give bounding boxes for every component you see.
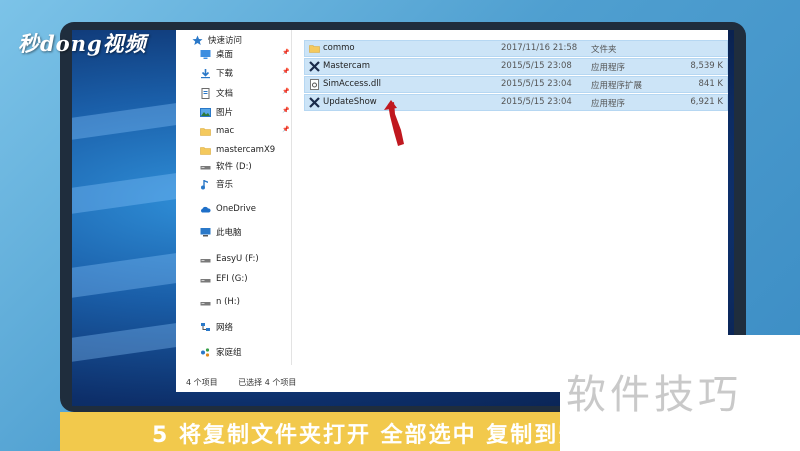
file-size: 6,921 K (690, 97, 723, 107)
watermark-text: 软件技巧 (566, 372, 742, 418)
sidebar-item-label: 软件 (D:) (216, 162, 252, 172)
sidebar-item-label: 文档 (216, 89, 234, 99)
sidebar-item-label: EFI (G:) (216, 274, 248, 284)
file-date: 2015/5/15 23:04 (501, 79, 572, 89)
pin-icon[interactable]: 📌 (282, 107, 289, 114)
pin-icon[interactable]: 📌 (282, 49, 289, 56)
drive-icon (200, 297, 211, 308)
brand-logo: 秒dong视频 (18, 31, 147, 56)
sidebar-item[interactable]: 家庭组 (200, 344, 242, 360)
sidebar-item[interactable]: 软件 (D:) (200, 158, 252, 174)
sidebar-item-label: 桌面 (216, 50, 234, 60)
sidebar-item[interactable]: mac (200, 123, 234, 139)
sidebar-item-label: n (H:) (216, 297, 240, 307)
sidebar-item[interactable]: 下载 (200, 65, 233, 81)
file-name: commo (323, 43, 355, 53)
status-bar: 4 个项目 已选择 4 个项目 (186, 377, 314, 388)
file-name: Mastercam (323, 61, 371, 71)
document-icon (200, 87, 211, 99)
selected-count: 已选择 4 个项目 (238, 378, 297, 387)
folder-icon (309, 43, 320, 57)
mastercam-icon (309, 61, 320, 75)
file-row[interactable]: UpdateShow 2015/5/15 23:04 应用程序 6,921 K (304, 94, 728, 111)
sidebar-item-label: 下载 (216, 69, 234, 79)
download-icon (200, 68, 211, 79)
folder-icon (200, 145, 211, 156)
music-icon (200, 179, 211, 190)
computer-icon (200, 227, 211, 238)
drive-icon (200, 254, 211, 265)
file-row[interactable]: Mastercam 2015/5/15 23:08 应用程序 8,539 K (304, 58, 728, 75)
pin-icon[interactable]: 📌 (282, 68, 289, 75)
sidebar-item[interactable]: 文档 (200, 85, 233, 101)
sidebar-item[interactable]: OneDrive (200, 201, 256, 217)
file-type: 应用程序扩展 (591, 81, 643, 91)
onedrive-icon (200, 204, 211, 215)
file-name: UpdateShow (323, 97, 377, 107)
file-row[interactable]: commo 2017/11/16 21:58 文件夹 (304, 40, 728, 57)
sidebar-item-label: EasyU (F:) (216, 254, 259, 264)
picture-icon (200, 107, 211, 118)
sidebar-item-label: mastercamX9 (216, 145, 276, 155)
sidebar-item[interactable]: EasyU (F:) (200, 251, 259, 267)
subtitle-text: 5 将复制文件夹打开 全部选中 复制到安 (152, 423, 583, 448)
sidebar-item-label: 音乐 (216, 180, 234, 190)
homegroup-icon (200, 347, 211, 358)
sidebar-item[interactable]: n (H:) (200, 294, 240, 310)
sidebar-item-label: 家庭组 (216, 348, 242, 358)
sidebar-item[interactable]: 桌面 (200, 46, 233, 62)
red-arrow-pointer (384, 100, 404, 146)
sidebar-item-label: OneDrive (216, 204, 256, 214)
sidebar-item[interactable]: 此电脑 (200, 224, 242, 240)
drive-icon (200, 274, 211, 285)
sidebar-item-label: 图片 (216, 108, 234, 118)
dll-icon (309, 79, 320, 93)
navigation-pane: 快速访问桌面 📌 下载 📌 文档 📌 图片 📌 mac 📌 mastercamX9 软件 (D:) 音乐… (176, 30, 292, 365)
file-type: 应用程序 (591, 99, 626, 109)
mastercam-icon (309, 97, 320, 111)
sidebar-item[interactable]: 网络 (200, 319, 233, 335)
folder-icon (200, 126, 211, 137)
file-name: SimAccess.dll (323, 79, 381, 89)
sidebar-item-label: 此电脑 (216, 228, 242, 238)
pin-icon[interactable]: 📌 (282, 126, 289, 133)
sidebar-item[interactable]: mastercamX9 (200, 142, 275, 158)
file-date: 2015/5/15 23:08 (501, 61, 572, 71)
star-icon (192, 35, 203, 46)
desktop-icon (200, 49, 211, 60)
sidebar-item[interactable]: 音乐 (200, 176, 233, 192)
sidebar-item[interactable]: 图片 (200, 104, 233, 120)
sidebar-item-label: mac (216, 126, 235, 136)
file-type: 应用程序 (591, 63, 626, 73)
sidebar-item-label: 快速访问 (208, 36, 243, 46)
network-icon (200, 322, 211, 333)
sidebar-item-label: 网络 (216, 323, 234, 333)
file-type: 文件夹 (591, 45, 617, 55)
item-count: 4 个项目 (186, 378, 218, 387)
file-date: 2015/5/15 23:04 (501, 97, 572, 107)
pin-icon[interactable]: 📌 (282, 88, 289, 95)
file-size: 841 K (698, 79, 724, 89)
drive-icon (200, 161, 211, 172)
sidebar-item[interactable]: EFI (G:) (200, 271, 248, 287)
file-date: 2017/11/16 21:58 (501, 43, 578, 53)
file-row[interactable]: SimAccess.dll 2015/5/15 23:04 应用程序扩展 841 K (304, 76, 728, 93)
file-size: 8,539 K (690, 61, 723, 71)
